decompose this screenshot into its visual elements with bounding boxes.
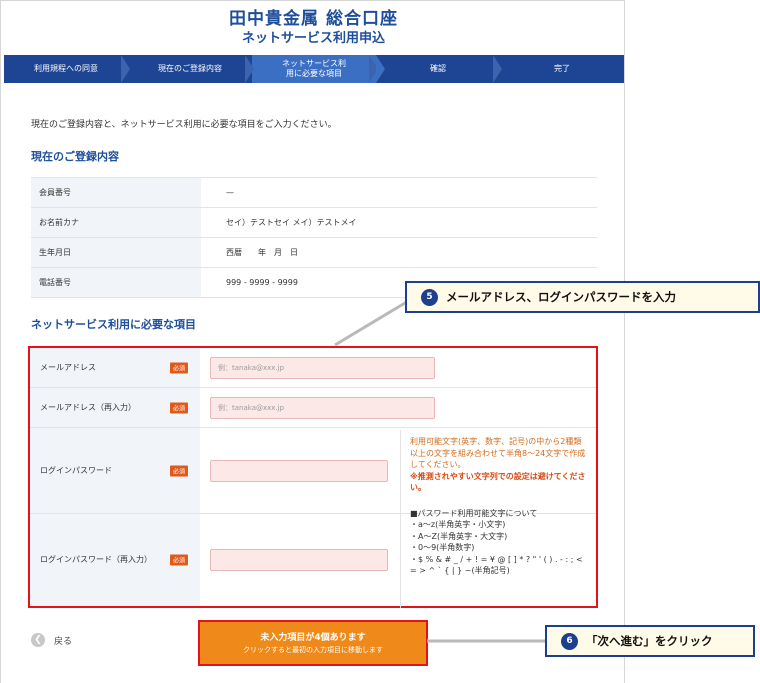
table-row: 会員番号 — — [31, 178, 597, 208]
form-row-email: メールアドレス 必須 例：tanaka@xxx.jp — [30, 348, 596, 388]
current-info-table: 会員番号 — お名前カナ セイ）テストセイ メイ）テストメイ 生年月日 西暦 年… — [31, 177, 597, 298]
password-rule-text: 利用可能文字(英字、数字、記号)の中から2種類以上の文字を組み合わせて半角8～2… — [410, 437, 586, 469]
list-item: ・0～9(半角数字) — [410, 543, 475, 552]
callout-text: メールアドレス、ログインパスワードを入力 — [446, 290, 676, 304]
field-label: ログインパスワード 必須 — [30, 428, 200, 513]
table-row: 生年月日 西暦 年 月 日 — [31, 238, 597, 268]
brand-title: 田中貴金属 総合口座 — [229, 9, 398, 29]
step-agreement: 利用規程への同意 — [4, 55, 130, 83]
email-confirm-label: メールアドレス（再入力） — [40, 402, 136, 412]
page-header: 田中貴金属 総合口座 ネットサービス利用申込 — [1, 9, 626, 48]
email-label: メールアドレス — [40, 362, 96, 372]
password-confirm-label: ログインパスワード（再入力） — [40, 555, 152, 564]
arrow-left-icon: ❮ — [31, 633, 45, 647]
field-label: ログインパスワード（再入力） 必須 — [30, 514, 200, 606]
list-item: ・A～Z(半角英字・大文字) — [410, 531, 508, 541]
field-label: メールアドレス 必須 — [30, 348, 200, 387]
section-title-required: ネットサービス利用に必要な項目 — [31, 318, 196, 331]
next-button[interactable]: 未入力項目が4個あります クリックすると最初の入力項目に移動します — [198, 620, 428, 666]
table-row: お名前カナ セイ）テストセイ メイ）テストメイ — [31, 208, 597, 238]
step-current-info: 現在のご登録内容 — [128, 55, 254, 83]
password-label: ログインパスワード — [40, 465, 112, 475]
next-button-main-text: 未入力項目が4個あります — [260, 632, 366, 643]
step-complete: 完了 — [554, 64, 570, 73]
list-item: ・$ % & # _ / + ! = ¥ @ [ ] * ? " ' ( ) .… — [410, 554, 583, 576]
callout-step-6: 6 「次へ進む」をクリック — [545, 625, 755, 657]
intro-text: 現在のご登録内容と、ネットサービス利用に必要な項目をご入力ください。 — [31, 120, 337, 130]
required-badge: 必須 — [170, 465, 189, 476]
row-value: — — [226, 188, 234, 197]
password-warning-text: ※推測されやすい文字列での設定は避けてください。 — [410, 471, 586, 493]
progress-steps: 利用規程への同意 現在のご登録内容 ネットサービス利用に必要な項目 確認 完了 — [4, 55, 624, 83]
row-label: 電話番号 — [31, 268, 201, 297]
email-input[interactable]: 例：tanaka@xxx.jp — [210, 356, 435, 379]
field-cell — [200, 428, 400, 513]
callout-number: 6 — [561, 632, 578, 650]
row-label: お名前カナ — [31, 208, 201, 237]
back-link[interactable]: ❮ 戻る — [31, 633, 72, 647]
next-button-sub-text: クリックすると最初の入力項目に移動します — [243, 645, 383, 654]
page-frame: 田中貴金属 総合口座 ネットサービス利用申込 利用規程への同意 現在のご登録内容… — [0, 0, 625, 683]
field-cell: 例：tanaka@xxx.jp — [200, 388, 596, 427]
password-confirm-input[interactable] — [210, 549, 388, 571]
required-badge: 必須 — [170, 362, 189, 373]
callout-step-5: 5 メールアドレス、ログインパスワードを入力 — [405, 281, 760, 313]
password-rules-note: 利用可能文字(英字、数字、記号)の中から2種類以上の文字を組み合わせて半角8～2… — [400, 430, 594, 608]
step-required-items-label: ネットサービス利用に必要な項目 — [282, 59, 346, 78]
password-chars-title: ■パスワード利用可能文字について — [410, 508, 538, 518]
field-cell: 例：tanaka@xxx.jp — [200, 348, 596, 387]
required-form: メールアドレス 必須 例：tanaka@xxx.jp メールアドレス（再入力） … — [28, 346, 598, 608]
step-confirm: 確認 — [376, 55, 502, 83]
step-required-items: ネットサービス利用に必要な項目 — [252, 55, 385, 83]
row-value: 西暦 年 月 日 — [226, 248, 298, 257]
form-row-email-confirm: メールアドレス（再入力） 必須 例：tanaka@xxx.jp — [30, 388, 596, 428]
callout-text: 「次へ進む」をクリック — [586, 634, 713, 648]
required-badge: 必須 — [170, 554, 189, 566]
row-value: 999 - 9999 - 9999 — [226, 278, 298, 287]
field-cell — [200, 514, 400, 606]
email-confirm-input[interactable]: 例：tanaka@xxx.jp — [210, 396, 435, 419]
required-badge: 必須 — [170, 402, 189, 413]
section-title-current: 現在のご登録内容 — [31, 150, 119, 163]
back-label: 戻る — [54, 636, 73, 647]
row-label: 会員番号 — [31, 178, 201, 207]
list-item: ・a～z(半角英字・小文字) — [410, 520, 506, 529]
row-label: 生年月日 — [31, 238, 201, 267]
field-label: メールアドレス（再入力） 必須 — [30, 388, 200, 427]
callout-number: 5 — [421, 288, 438, 306]
password-input[interactable] — [210, 459, 388, 482]
row-value: セイ）テストセイ メイ）テストメイ — [226, 218, 357, 227]
password-chars-list: ■パスワード利用可能文字について ・a～z(半角英字・小文字) ・A～Z(半角英… — [410, 508, 588, 577]
page-subtitle: ネットサービス利用申込 — [241, 31, 385, 46]
